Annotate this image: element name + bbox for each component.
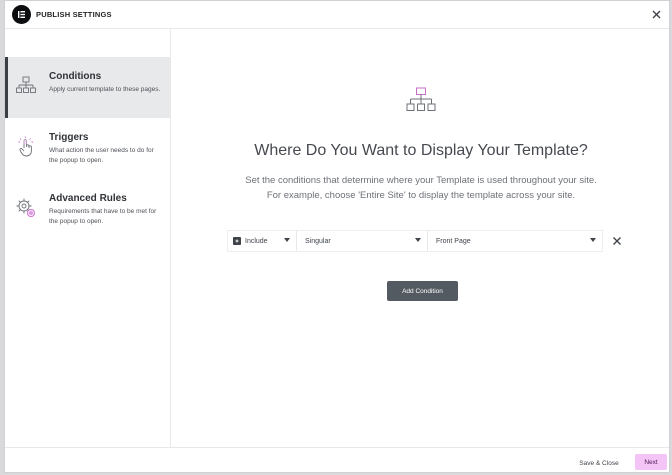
main-panel: Where Do You Want to Display Your Templa… <box>171 29 669 447</box>
sidebar-item-conditions[interactable]: Conditions Apply current template to the… <box>5 57 171 118</box>
sidebar-item-desc: Requirements that have to be met for the… <box>49 208 157 225</box>
close-icon[interactable] <box>649 7 663 21</box>
page-select[interactable]: Front Page <box>428 230 603 252</box>
sidebar: Conditions Apply current template to the… <box>5 29 171 447</box>
type-select[interactable]: Singular <box>297 230 428 252</box>
chevron-down-icon <box>590 238 596 242</box>
sidebar-item-title: Advanced Rules <box>49 193 127 204</box>
description-line: Set the conditions that determine where … <box>245 175 597 186</box>
sitemap-icon <box>406 87 436 111</box>
sidebar-item-desc: Apply current template to these pages. <box>49 86 161 93</box>
page-title: Where Do You Want to Display Your Templa… <box>254 142 588 159</box>
publish-settings-modal: PUBLISH SETTINGS Conditions Apply curren… <box>4 0 670 473</box>
sidebar-item-desc: What action the user needs to do for the… <box>49 147 154 164</box>
sidebar-item-triggers[interactable]: Triggers What action the user needs to d… <box>5 118 171 179</box>
sidebar-item-title: Conditions <box>49 71 102 82</box>
modal-title: PUBLISH SETTINGS <box>36 10 112 19</box>
page-select-value: Front Page <box>436 237 471 245</box>
include-icon <box>233 237 241 245</box>
sidebar-item-title: Triggers <box>49 132 89 143</box>
modal-footer: Save & Close Next <box>5 447 669 474</box>
include-select[interactable]: Include <box>227 230 297 252</box>
click-pointer-icon <box>18 136 33 157</box>
chevron-down-icon <box>284 238 290 242</box>
page-description: Set the conditions that determine where … <box>211 173 631 203</box>
description-line: For example, choose 'Entire Site' to dis… <box>266 190 576 201</box>
elementor-logo <box>12 5 31 24</box>
modal-header: PUBLISH SETTINGS <box>5 1 669 29</box>
add-condition-button[interactable]: Add Condition <box>387 281 458 301</box>
chevron-down-icon <box>415 238 421 242</box>
type-select-value: Singular <box>305 237 331 245</box>
sidebar-item-advanced-rules[interactable]: Advanced Rules Requirements that have to… <box>5 179 171 240</box>
save-close-button[interactable]: Save & Close <box>571 456 627 470</box>
next-button[interactable]: Next <box>635 454 667 470</box>
remove-condition-icon[interactable] <box>611 235 623 247</box>
gears-icon <box>16 198 36 218</box>
condition-row: Include Singular Front Page <box>227 230 603 252</box>
sitemap-icon <box>16 76 36 93</box>
include-select-value: Include <box>245 237 268 245</box>
